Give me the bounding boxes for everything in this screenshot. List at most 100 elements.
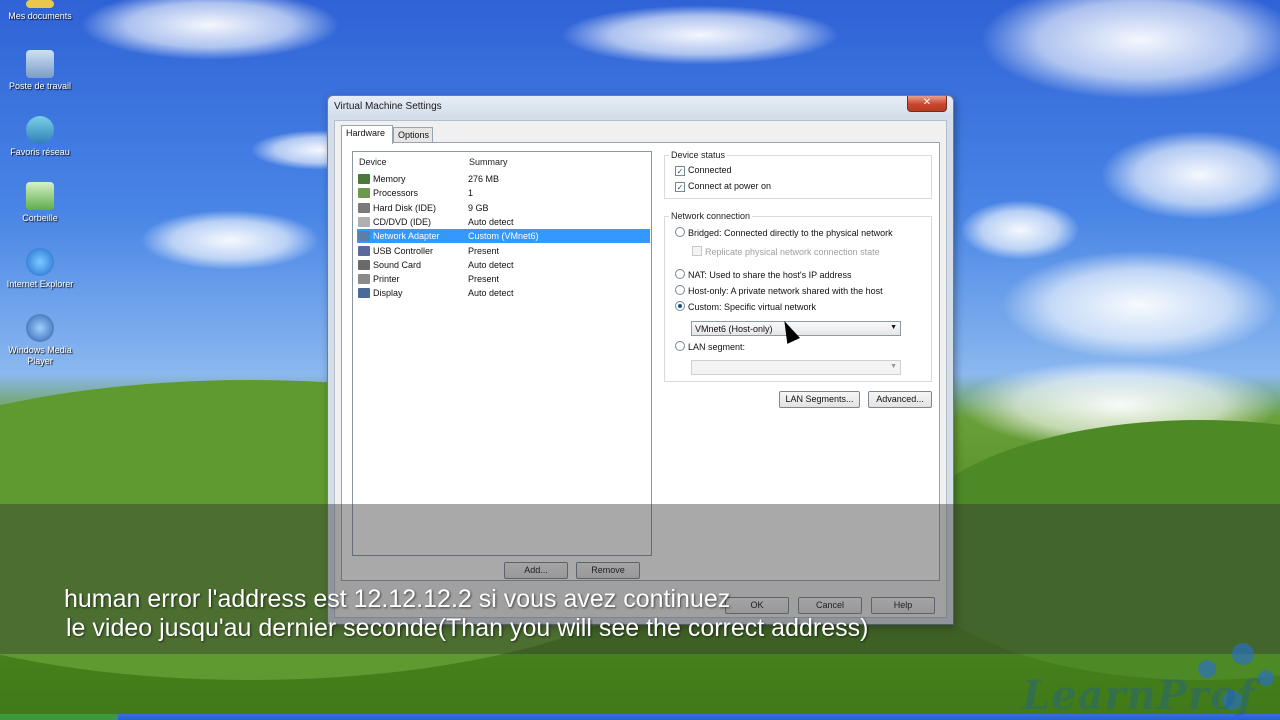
device-row[interactable]: Display Auto detect: [357, 286, 650, 300]
usb-icon: [358, 245, 370, 256]
column-header-summary[interactable]: Summary: [469, 157, 508, 167]
radio-off-icon: [675, 341, 685, 351]
advanced-button[interactable]: Advanced...: [868, 391, 932, 408]
dropdown-arrow-icon: ▼: [890, 324, 897, 331]
custom-radio[interactable]: Custom: Specific virtual network: [675, 301, 816, 312]
desktop-icon-label: Corbeille: [22, 213, 58, 223]
connected-checkbox[interactable]: ✓ Connected: [675, 165, 732, 176]
dropdown-arrow-icon: ▼: [890, 363, 897, 370]
connect-power-on-label: Connect at power on: [688, 181, 772, 191]
device-name: Hard Disk (IDE): [373, 202, 437, 213]
desktop-icon-label: Internet Explorer: [6, 279, 74, 289]
lan-segments-button[interactable]: LAN Segments...: [779, 391, 860, 408]
device-row[interactable]: Memory 276 MB: [357, 172, 650, 186]
device-name: Printer: [373, 274, 400, 285]
desktop-icon-my-documents[interactable]: Mes documents: [0, 0, 80, 22]
checkbox-checked-icon: ✓: [675, 182, 685, 192]
radio-off-icon: [675, 285, 685, 295]
replicate-checkbox[interactable]: Replicate physical network connection st…: [692, 246, 880, 257]
desktop-icon-label: Mes documents: [8, 11, 72, 21]
custom-label: Custom: Specific virtual network: [688, 302, 817, 312]
device-name: Processors: [373, 188, 419, 199]
device-status-group: Device status ✓ Connected ✓ Connect at pow…: [664, 150, 932, 199]
close-button[interactable]: ✕: [907, 96, 947, 112]
radio-off-icon: [675, 269, 685, 279]
device-list[interactable]: Device Summary Memory 276 MB Processors 1 Ha…: [352, 151, 652, 556]
desktop-icon-label: Poste de travail: [8, 81, 72, 91]
subtitle-line-2: le video jusqu'au dernier seconde(Than y…: [66, 614, 869, 642]
host-only-label: Host-only: A private network shared with…: [688, 286, 883, 296]
device-name: Network Adapter: [373, 231, 440, 242]
device-row[interactable]: CD/DVD (IDE) Auto detect: [357, 215, 650, 229]
sound-card-icon: [358, 259, 370, 270]
network-adapter-icon: [358, 231, 370, 242]
device-name: CD/DVD (IDE): [373, 216, 431, 227]
device-row[interactable]: Hard Disk (IDE) 9 GB: [357, 201, 650, 215]
device-summary: 276 MB: [468, 174, 500, 184]
desktop-icon-label: Windows Media Player: [8, 345, 72, 366]
checkbox-checked-icon: ✓: [675, 166, 685, 176]
device-row[interactable]: Sound Card Auto detect: [357, 258, 650, 272]
processor-icon: [358, 188, 370, 199]
bridged-radio[interactable]: Bridged: Connected directly to the physi…: [675, 227, 893, 238]
device-summary: Auto detect: [468, 288, 514, 299]
display-icon: [358, 288, 370, 299]
device-summary: Auto detect: [468, 216, 514, 227]
window-title: Virtual Machine Settings: [334, 101, 442, 112]
column-header-device[interactable]: Device: [359, 157, 387, 167]
hard-disk-icon: [358, 202, 370, 213]
device-row[interactable]: USB Controller Present: [357, 244, 650, 258]
desktop-icon-label: Favoris réseau: [10, 147, 70, 157]
recycle-bin-icon: [26, 182, 54, 210]
device-row[interactable]: Network Adapter Custom (VMnet6): [357, 229, 650, 244]
device-name: Sound Card: [373, 259, 422, 270]
internet-explorer-icon: [26, 248, 54, 276]
device-name: Display: [373, 288, 403, 299]
host-only-radio[interactable]: Host-only: A private network shared with…: [675, 285, 883, 296]
lan-segment-label: LAN segment:: [688, 342, 746, 352]
cd-dvd-icon: [358, 216, 370, 227]
device-summary: Present: [468, 274, 500, 285]
network-connection-title: Network connection: [669, 211, 753, 221]
checkbox-unchecked-icon: [692, 246, 702, 256]
tab-hardware[interactable]: Hardware: [341, 125, 393, 144]
device-summary: 1: [468, 188, 474, 199]
desktop-icon-recycle-bin[interactable]: Corbeille: [0, 182, 80, 224]
lan-segment-radio[interactable]: LAN segment:: [675, 341, 745, 352]
radio-off-icon: [675, 227, 685, 237]
start-button[interactable]: [0, 714, 118, 720]
connect-power-on-checkbox[interactable]: ✓ Connect at power on: [675, 181, 771, 192]
device-summary: Custom (VMnet6): [468, 231, 539, 242]
desktop-icon-media-player[interactable]: Windows Media Player: [0, 314, 80, 367]
lan-segment-select[interactable]: ▼: [691, 360, 901, 375]
folder-icon: [26, 0, 54, 8]
bridged-label: Bridged: Connected directly to the physi…: [688, 228, 893, 238]
device-summary: 9 GB: [468, 202, 489, 213]
subtitle-line-1: human error l'address est 12.12.12.2 si …: [64, 585, 731, 613]
tab-options[interactable]: Options: [393, 127, 433, 143]
replicate-label: Replicate physical network connection st…: [705, 247, 880, 257]
desktop-icon-my-computer[interactable]: Poste de travail: [0, 50, 80, 92]
device-summary: Present: [468, 245, 500, 256]
radio-on-icon: [675, 301, 685, 311]
connected-label: Connected: [688, 165, 732, 175]
desktop-icon-network-places[interactable]: Favoris réseau: [0, 116, 80, 158]
nat-label: NAT: Used to share the host's IP address: [688, 270, 852, 280]
media-player-icon: [26, 314, 54, 342]
nat-radio[interactable]: NAT: Used to share the host's IP address: [675, 269, 851, 280]
device-summary: Auto detect: [468, 259, 514, 270]
watermark-text: LearnProf: [1022, 672, 1256, 719]
network-icon: [26, 116, 54, 144]
device-row[interactable]: Processors 1: [357, 186, 650, 200]
device-status-title: Device status: [669, 150, 728, 160]
network-connection-group: Network connection Bridged: Connected di…: [664, 211, 932, 382]
device-row[interactable]: Printer Present: [357, 272, 650, 286]
memory-icon: [358, 174, 370, 184]
close-icon: ✕: [922, 97, 932, 108]
custom-network-value: VMnet6 (Host-only): [695, 324, 773, 334]
printer-icon: [358, 274, 370, 285]
device-name: USB Controller: [373, 245, 434, 256]
device-name: Memory: [373, 174, 406, 184]
title-bar[interactable]: Virtual Machine Settings ✕: [328, 96, 953, 118]
desktop-icon-internet-explorer[interactable]: Internet Explorer: [0, 248, 80, 290]
